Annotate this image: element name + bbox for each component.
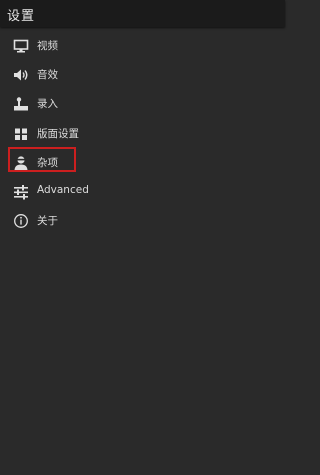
joystick-icon: [13, 96, 29, 112]
title-bar: 设置: [0, 0, 285, 27]
speaker-icon: [13, 67, 29, 83]
menu-item-layout[interactable]: 版面设置: [0, 119, 285, 148]
sliders-icon: [13, 184, 29, 200]
menu-item-label: Advanced: [37, 184, 89, 196]
menu-item-label: 音效: [37, 69, 58, 81]
grid-icon: [13, 126, 29, 142]
page-title: 设置: [7, 9, 36, 24]
monitor-icon: [13, 38, 29, 54]
info-icon: [13, 213, 29, 229]
menu-item-label: 关于: [37, 215, 58, 227]
menu-item-advanced[interactable]: Advanced: [0, 177, 285, 206]
menu-item-label: 录入: [37, 98, 58, 110]
selection-highlight: [8, 147, 76, 172]
menu-item-audio[interactable]: 音效: [0, 60, 285, 89]
menu-item-input[interactable]: 录入: [0, 89, 285, 118]
menu-item-video[interactable]: 视频: [0, 31, 285, 60]
menu-item-label: 版面设置: [37, 128, 79, 140]
menu-item-label: 视频: [37, 40, 58, 52]
menu-item-about[interactable]: 关于: [0, 206, 285, 235]
